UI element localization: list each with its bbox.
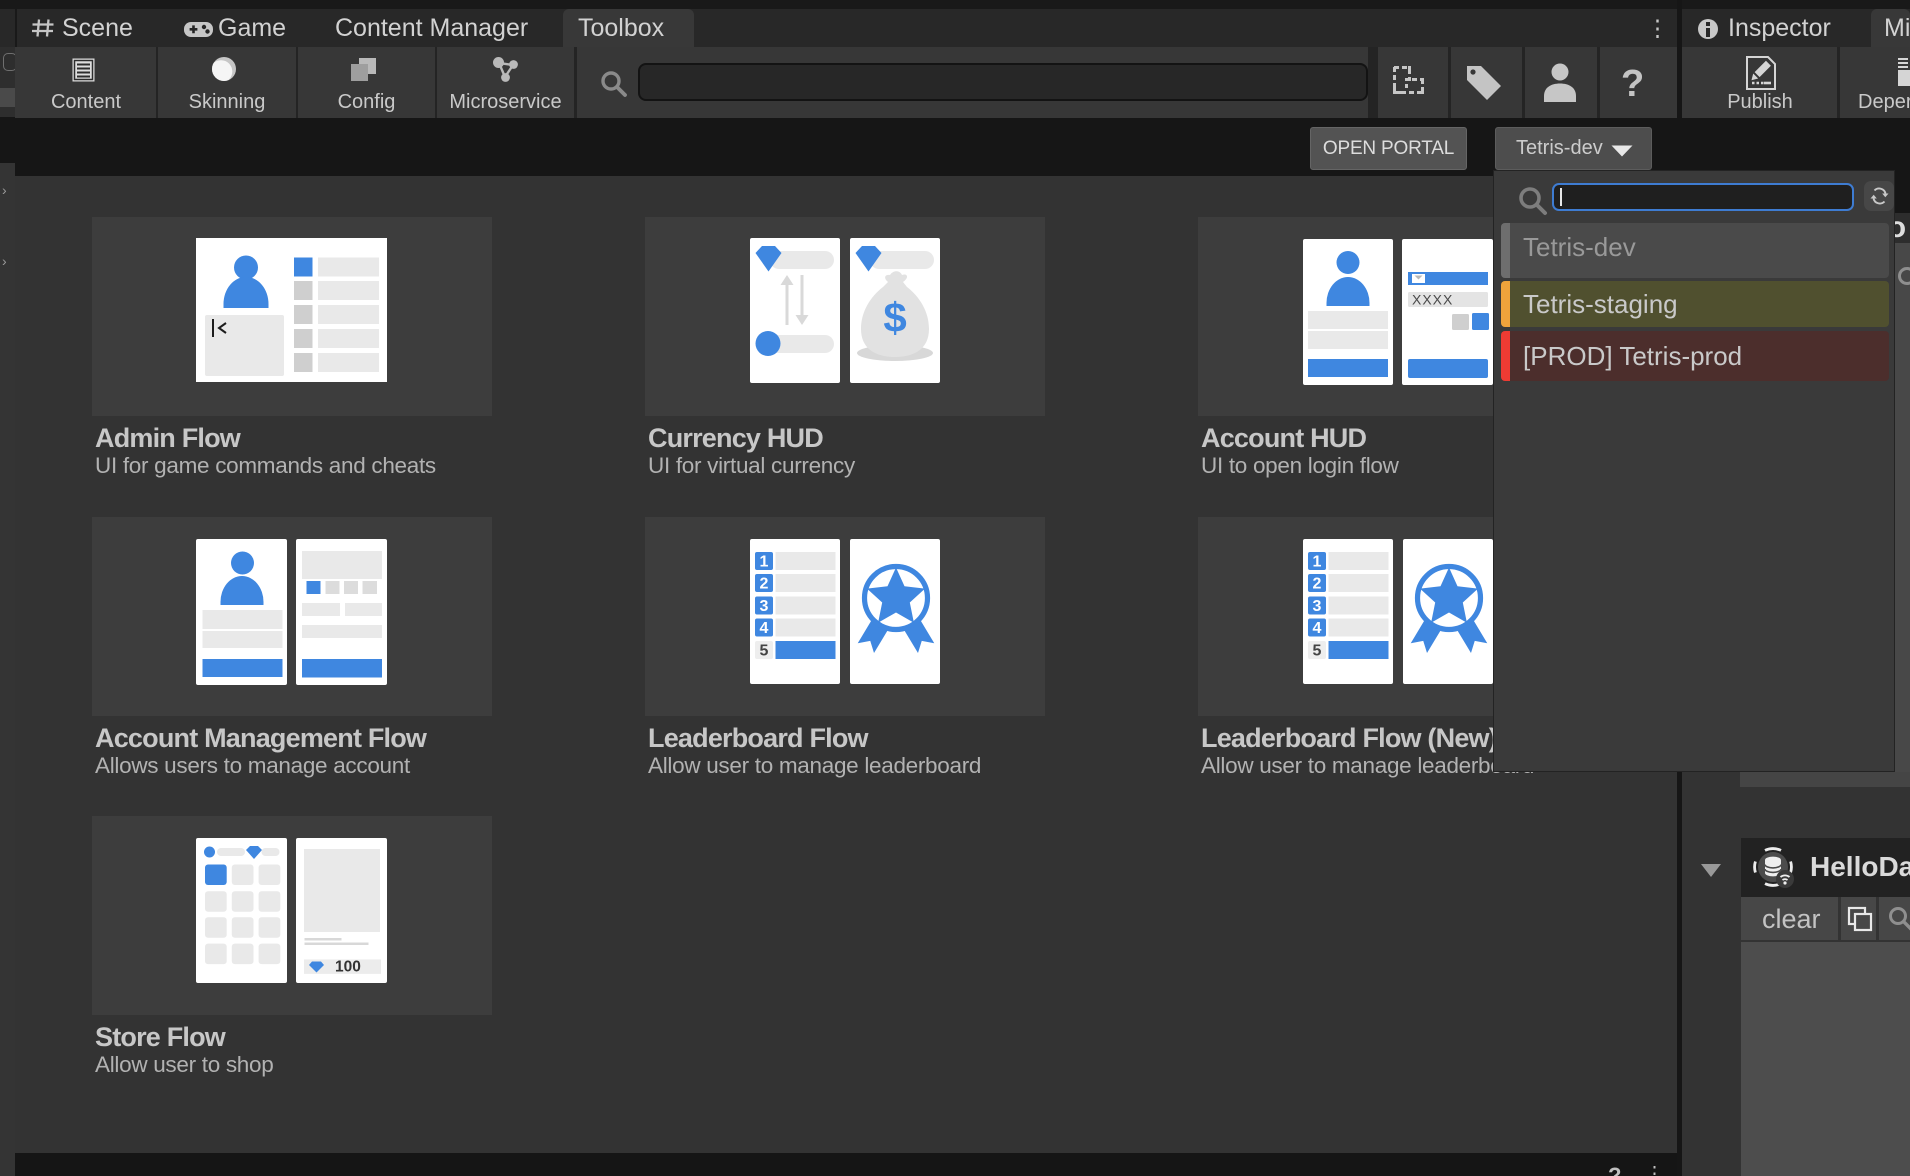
svg-text:5: 5 — [760, 643, 769, 660]
svg-text:5: 5 — [1313, 643, 1322, 660]
svg-text:4: 4 — [760, 620, 769, 637]
svg-text:1: 1 — [1313, 554, 1322, 571]
svg-text:XXXX: XXXX — [1412, 292, 1453, 308]
svg-text:100: 100 — [335, 959, 361, 976]
svg-text:1: 1 — [760, 554, 769, 571]
svg-text:3: 3 — [1313, 598, 1322, 615]
svg-text:2: 2 — [1313, 576, 1322, 593]
svg-text:3: 3 — [760, 598, 769, 615]
svg-text:4: 4 — [1313, 620, 1322, 637]
svg-text:2: 2 — [760, 576, 769, 593]
svg-text:$: $ — [883, 294, 906, 341]
